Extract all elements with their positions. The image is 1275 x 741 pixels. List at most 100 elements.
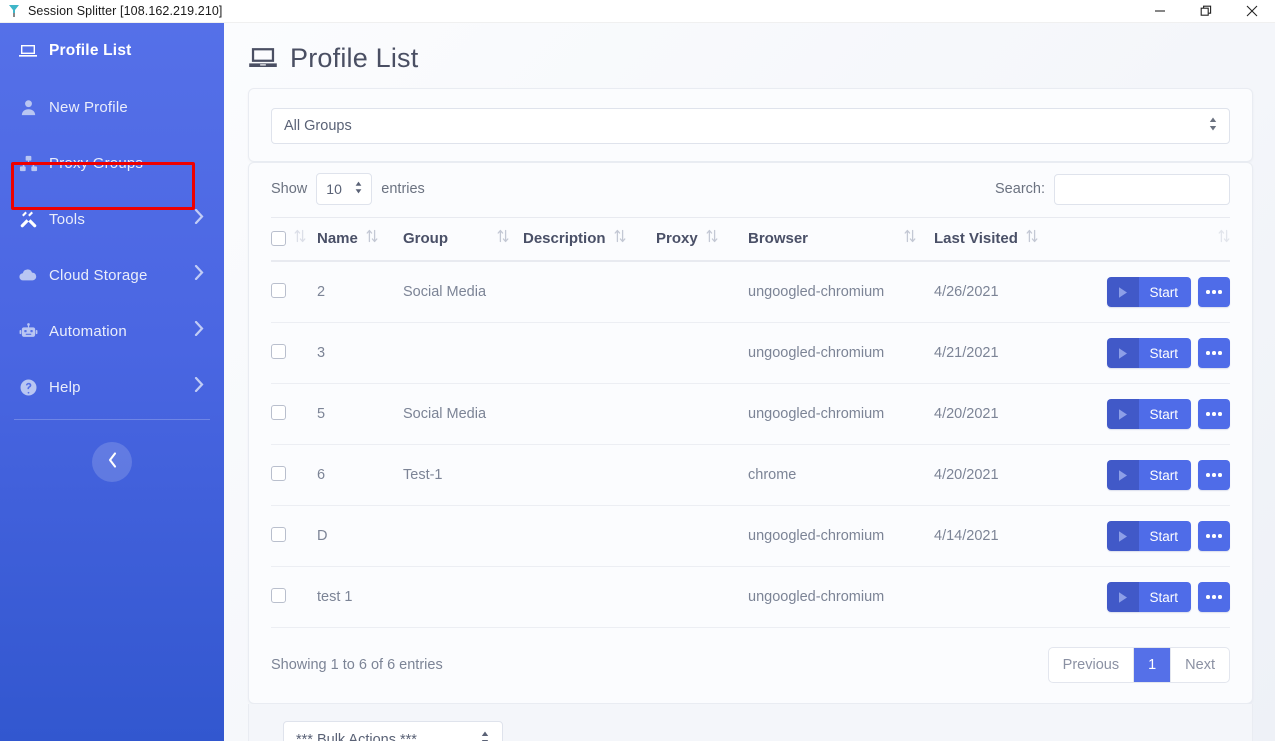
sidebar-item-profile-list[interactable]: Profile List	[0, 23, 224, 79]
sidebar-item-automation[interactable]: Automation	[0, 303, 224, 359]
chevron-right-icon	[194, 320, 204, 341]
cell-proxy	[656, 444, 748, 506]
group-filter-value: All Groups	[284, 118, 352, 134]
minimize-icon[interactable]	[1137, 0, 1183, 23]
play-icon	[1107, 277, 1140, 307]
column-header-proxy[interactable]: Proxy	[656, 217, 748, 262]
start-button[interactable]: Start	[1107, 460, 1191, 490]
sidebar-item-tools[interactable]: Tools	[0, 191, 224, 247]
table-row[interactable]: 2 Social Media ungoogled-chromium 4/26/2…	[271, 261, 1230, 323]
row-checkbox[interactable]	[271, 526, 286, 542]
table-row[interactable]: 3 ungoogled-chromium 4/21/2021 Start	[271, 322, 1230, 384]
sidebar-item-label: Automation	[49, 322, 127, 340]
sort-icon	[614, 229, 626, 247]
cell-group: Social Media	[403, 383, 523, 445]
sidebar-item-label: Cloud Storage	[49, 266, 148, 284]
row-checkbox-cell[interactable]	[271, 322, 317, 384]
row-checkbox[interactable]	[271, 465, 286, 481]
sort-icon	[1218, 229, 1230, 247]
cell-last-visited: 4/26/2021	[934, 261, 1084, 323]
pagination-previous[interactable]: Previous	[1049, 648, 1135, 682]
page-length-select[interactable]: 10	[316, 173, 373, 205]
search-control: Search:	[995, 173, 1230, 205]
sidebar-item-label: Tools	[49, 210, 86, 228]
cell-last-visited: 4/20/2021	[934, 444, 1084, 506]
row-checkbox-cell[interactable]	[271, 444, 317, 506]
start-button-label: Start	[1139, 338, 1191, 368]
row-checkbox-cell[interactable]	[271, 566, 317, 628]
column-header-browser[interactable]: Browser	[748, 217, 934, 262]
table-row[interactable]: 6 Test-1 chrome 4/20/2021 Start	[271, 444, 1230, 506]
start-button-label: Start	[1139, 521, 1191, 551]
more-actions-button[interactable]	[1198, 460, 1230, 490]
start-button[interactable]: Start	[1107, 582, 1191, 612]
sort-icon	[904, 229, 934, 247]
page-title: Profile List	[290, 42, 419, 73]
group-filter-select[interactable]: All Groups	[271, 108, 1230, 144]
cell-proxy	[656, 566, 748, 628]
updown-arrows-icon	[1208, 116, 1218, 136]
pagination-next[interactable]: Next	[1171, 648, 1229, 682]
table-row[interactable]: test 1 ungoogled-chromium Start	[271, 566, 1230, 628]
more-actions-button[interactable]	[1198, 399, 1230, 429]
cell-name: 2	[317, 261, 403, 323]
start-button[interactable]: Start	[1107, 277, 1191, 307]
row-checkbox-cell[interactable]	[271, 505, 317, 567]
question-circle-icon	[16, 378, 40, 397]
column-header-checkbox[interactable]	[271, 217, 317, 262]
cell-proxy	[656, 322, 748, 384]
table-row[interactable]: D ungoogled-chromium 4/14/2021 Start	[271, 505, 1230, 567]
column-header-group[interactable]: Group	[403, 217, 523, 262]
more-actions-button[interactable]	[1198, 521, 1230, 551]
profile-table: Name Group Description Proxy Browser Las…	[271, 217, 1230, 628]
column-label: Proxy	[656, 229, 698, 247]
start-button[interactable]: Start	[1107, 338, 1191, 368]
cell-last-visited: 4/14/2021	[934, 505, 1084, 567]
table-controls: Show 10 entries Search:	[271, 163, 1230, 217]
column-label: Name	[317, 229, 358, 247]
start-button[interactable]: Start	[1107, 521, 1191, 551]
cell-name: D	[317, 505, 403, 567]
cell-browser: ungoogled-chromium	[748, 383, 934, 445]
column-label: Group	[403, 229, 448, 247]
sidebar-item-new-profile[interactable]: New Profile	[0, 79, 224, 135]
chevron-right-icon	[194, 208, 204, 229]
cell-description	[523, 322, 656, 384]
sidebar-item-proxy-groups[interactable]: Proxy Groups	[0, 135, 224, 191]
sidebar-item-cloud-storage[interactable]: Cloud Storage	[0, 247, 224, 303]
close-icon[interactable]	[1229, 0, 1275, 23]
sitemap-icon	[16, 154, 40, 173]
more-actions-button[interactable]	[1198, 277, 1230, 307]
select-all-checkbox[interactable]	[271, 230, 286, 246]
row-checkbox-cell[interactable]	[271, 383, 317, 445]
bulk-actions-select[interactable]: *** Bulk Actions ***	[283, 721, 503, 741]
start-button[interactable]: Start	[1107, 399, 1191, 429]
column-header-name[interactable]: Name	[317, 217, 403, 262]
restore-icon[interactable]	[1183, 0, 1229, 23]
more-actions-button[interactable]	[1198, 338, 1230, 368]
play-icon	[1107, 338, 1140, 368]
row-checkbox[interactable]	[271, 404, 286, 420]
row-checkbox[interactable]	[271, 282, 286, 298]
column-header-description[interactable]: Description	[523, 217, 656, 262]
cell-name: 5	[317, 383, 403, 445]
pagination-page-1[interactable]: 1	[1134, 648, 1172, 682]
cell-last-visited: 4/21/2021	[934, 322, 1084, 384]
row-checkbox[interactable]	[271, 587, 286, 603]
search-input[interactable]	[1054, 173, 1230, 205]
sidebar-collapse-button[interactable]	[92, 442, 132, 482]
profile-table-card: Show 10 entries Search: Name Group Descr…	[248, 162, 1253, 704]
cell-group	[403, 566, 523, 628]
sort-icon	[497, 229, 523, 247]
row-checkbox-cell[interactable]	[271, 261, 317, 323]
column-header-actions[interactable]	[1084, 217, 1230, 262]
row-checkbox[interactable]	[271, 343, 286, 359]
play-icon	[1107, 521, 1140, 551]
sidebar-item-label: New Profile	[49, 98, 128, 116]
cell-name: 6	[317, 444, 403, 506]
sidebar-item-help[interactable]: Help	[0, 359, 224, 415]
column-label: Last Visited	[934, 229, 1018, 247]
column-header-last-visited[interactable]: Last Visited	[934, 217, 1084, 262]
more-actions-button[interactable]	[1198, 582, 1230, 612]
table-row[interactable]: 5 Social Media ungoogled-chromium 4/20/2…	[271, 383, 1230, 445]
